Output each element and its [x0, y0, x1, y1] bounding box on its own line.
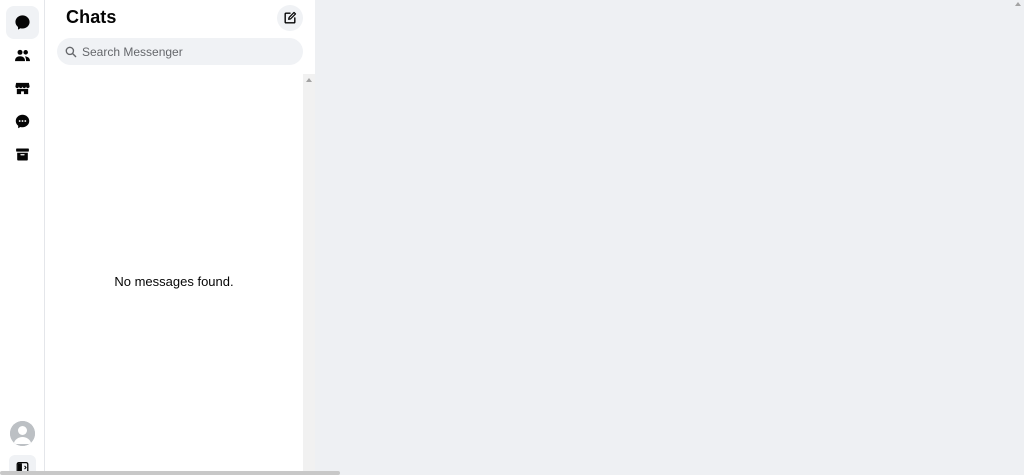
- new-message-icon: [284, 11, 297, 24]
- nav-chats-button[interactable]: [6, 6, 39, 39]
- chats-panel: Chats No messages found.: [45, 0, 315, 475]
- user-avatar-icon: [10, 421, 35, 446]
- chat-bubble-icon: [15, 15, 30, 30]
- nav-rail: [0, 0, 45, 475]
- scroll-up-arrow-icon[interactable]: [306, 78, 312, 82]
- nav-archive-button[interactable]: [6, 138, 39, 171]
- message-requests-icon: [15, 114, 30, 129]
- conversation-area: [315, 0, 1024, 475]
- page-title: Chats: [66, 7, 117, 27]
- messenger-app: Chats No messages found.: [0, 0, 1024, 475]
- search-icon: [65, 46, 77, 57]
- archive-icon: [16, 148, 29, 161]
- chat-list-scrollbar[interactable]: [303, 74, 315, 475]
- chat-list: No messages found.: [45, 74, 303, 475]
- search-box[interactable]: [57, 38, 303, 65]
- people-icon: [15, 49, 30, 62]
- new-message-button[interactable]: [277, 5, 303, 31]
- profile-avatar[interactable]: [10, 421, 35, 446]
- horizontal-scrollbar[interactable]: [0, 471, 340, 475]
- marketplace-store-icon: [15, 82, 30, 95]
- nav-people-button[interactable]: [6, 39, 39, 72]
- nav-marketplace-button[interactable]: [6, 72, 39, 105]
- page-scroll-up-arrow-icon[interactable]: [1015, 2, 1021, 6]
- empty-state-message: No messages found.: [114, 274, 234, 289]
- search-input[interactable]: [82, 44, 292, 59]
- nav-message-requests-button[interactable]: [6, 105, 39, 138]
